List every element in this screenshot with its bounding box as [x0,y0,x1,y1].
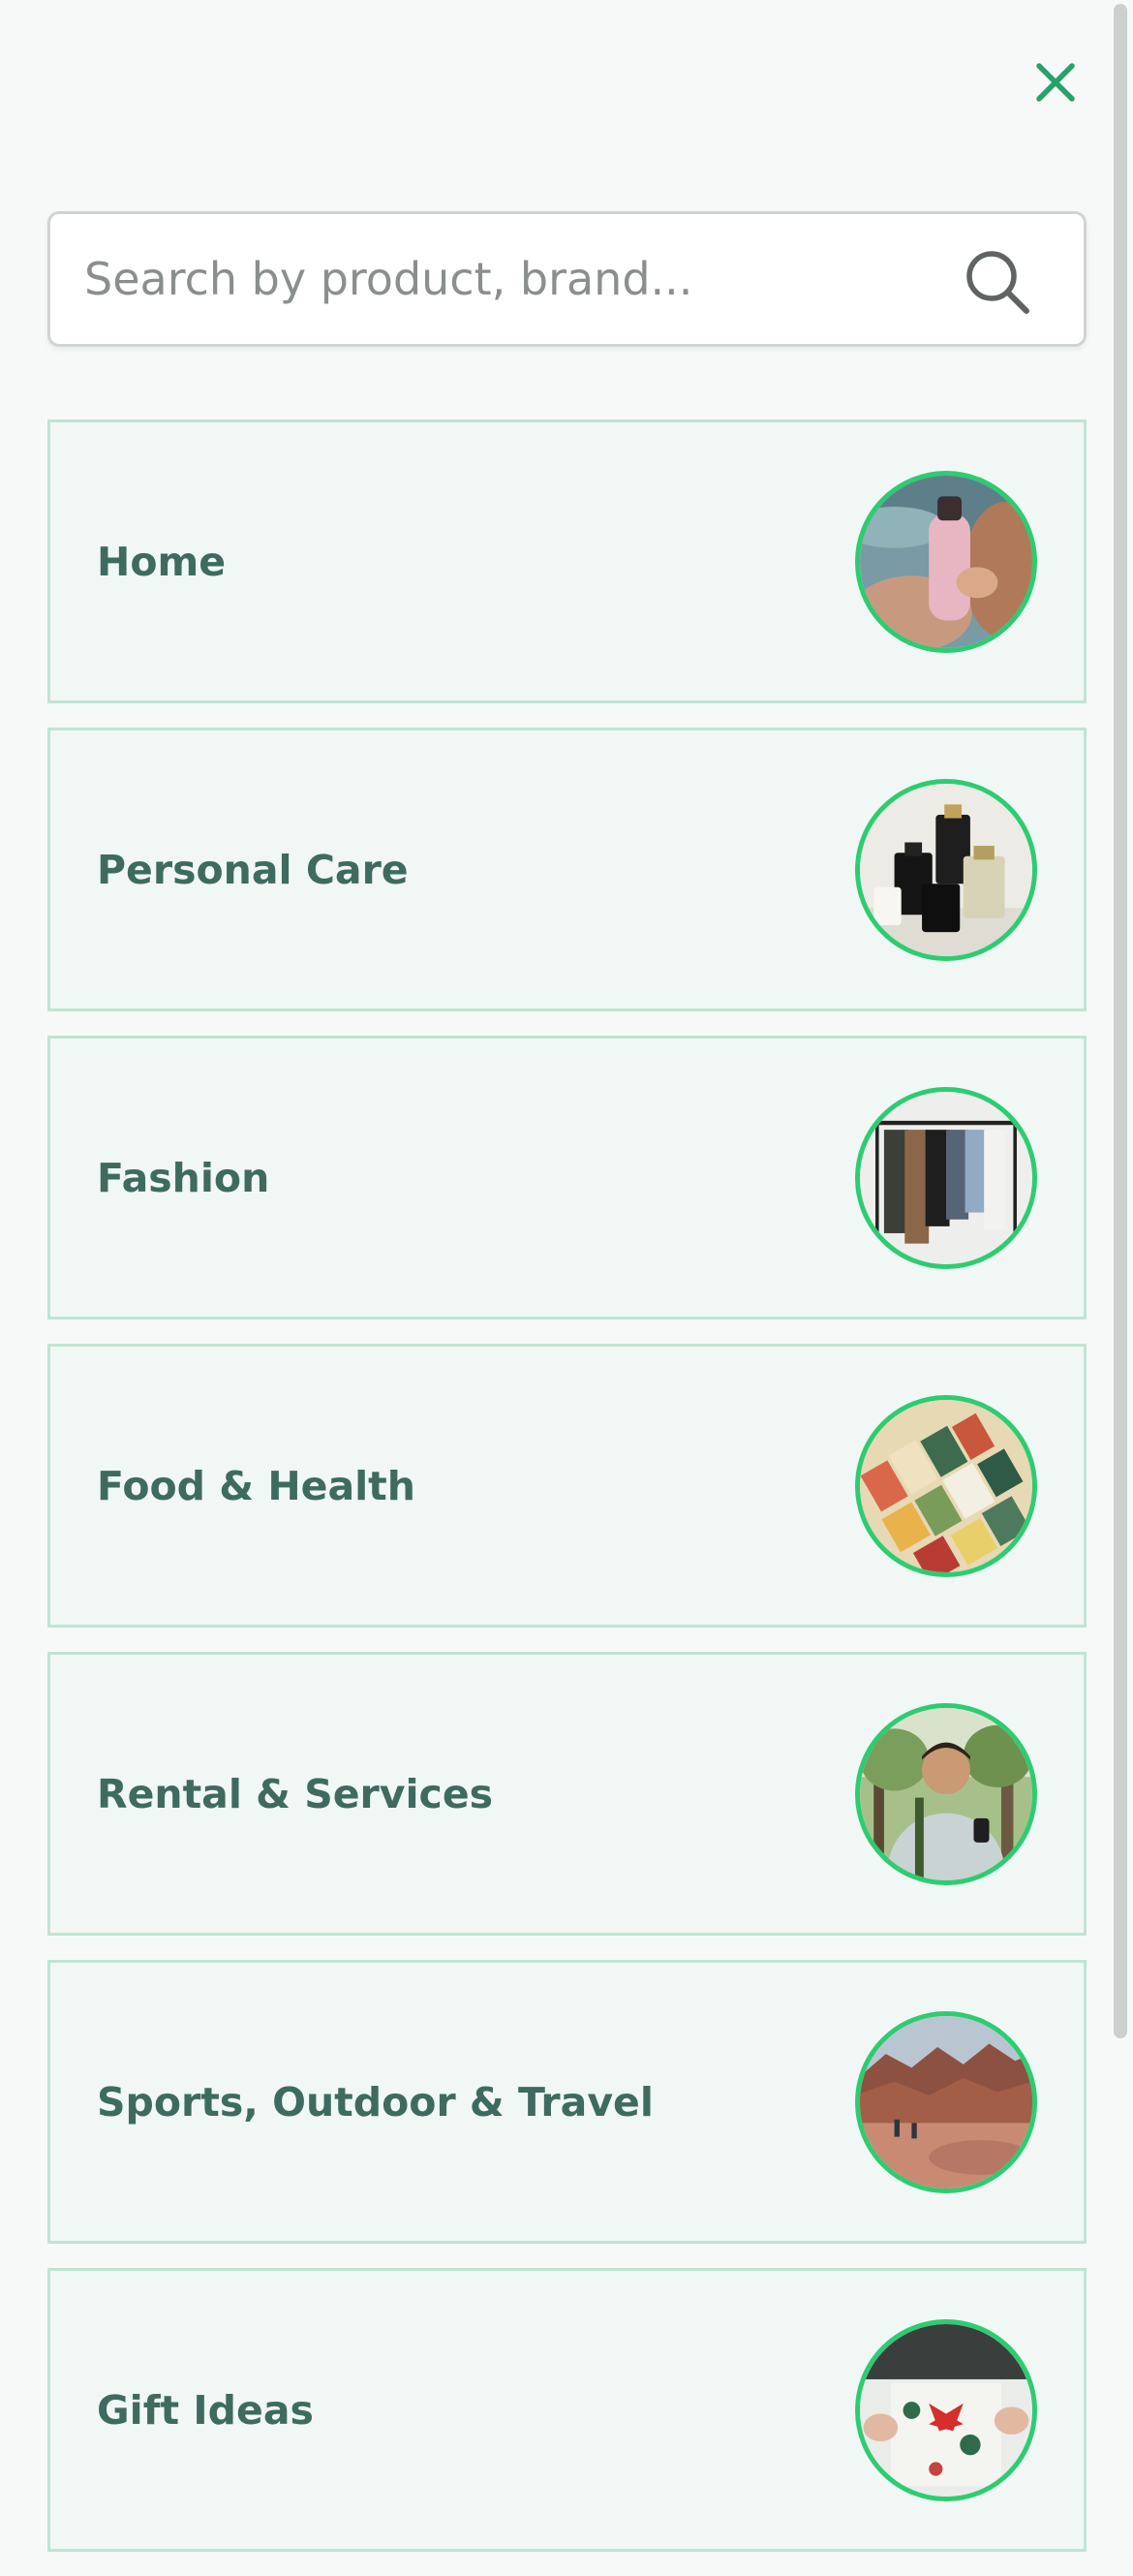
scrollbar-thumb[interactable] [1114,4,1127,2038]
category-card-rental-services[interactable]: Rental & Services [47,1652,1087,1936]
category-label: Rental & Services [97,1770,494,1817]
category-card-home[interactable]: Home [47,419,1087,703]
category-card-fashion[interactable]: Fashion [47,1036,1087,1319]
sports-outdoor-travel-category-image [855,2010,1037,2193]
rental-services-category-image [855,1702,1037,1885]
food-health-category-image [855,1394,1037,1577]
close-icon [1036,63,1075,102]
category-card-sports-outdoor-travel[interactable]: Sports, Outdoor & Travel [47,1960,1087,2244]
search-bar [47,211,1087,347]
category-label: Home [97,538,227,585]
category-label: Food & Health [97,1462,415,1509]
search-input[interactable] [84,243,936,315]
close-button[interactable] [1026,53,1085,111]
search-icon[interactable] [963,247,1032,317]
personal-care-category-image [855,778,1037,961]
gift-ideas-category-image [855,2318,1037,2501]
category-label: Gift Ideas [97,2386,314,2434]
category-label: Personal Care [97,846,409,893]
category-list: Home Personal Care Fashion Food & Health… [47,419,1087,2576]
category-card-gift-ideas[interactable]: Gift Ideas [47,2268,1087,2552]
fashion-category-image [855,1086,1037,1269]
category-card-food-health[interactable]: Food & Health [47,1344,1087,1628]
category-label: Sports, Outdoor & Travel [97,2078,654,2126]
category-card-personal-care[interactable]: Personal Care [47,728,1087,1011]
home-category-image [855,470,1037,653]
category-label: Fashion [97,1154,270,1201]
